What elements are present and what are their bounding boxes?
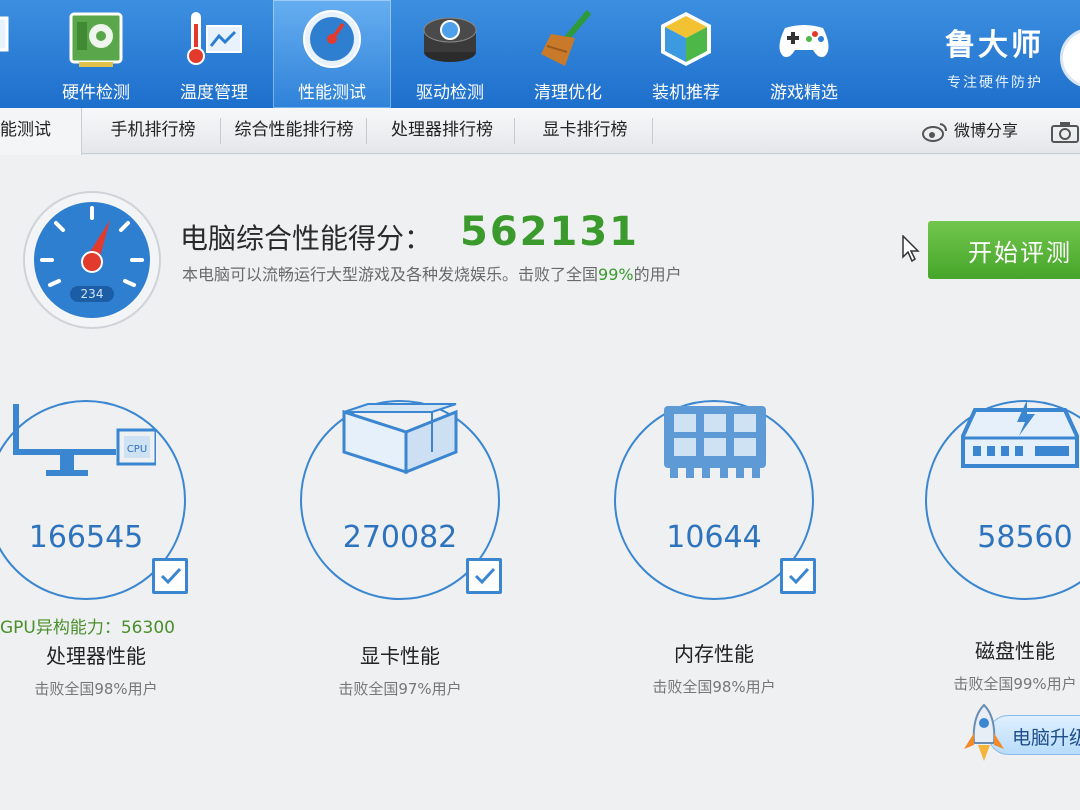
tab-overall-ranking[interactable]: 综合性能排行榜 bbox=[224, 108, 364, 154]
tool-label: 驱动检测 bbox=[416, 83, 484, 103]
tab-gpu-ranking[interactable]: 显卡排行榜 bbox=[520, 108, 650, 154]
top-toolbar: 检 硬件检测 温度管理 性能测试 bbox=[0, 0, 1080, 108]
cpu-metric-name: 处理器性能 bbox=[46, 644, 146, 668]
check-icon bbox=[474, 567, 496, 585]
score-desc-prefix: 本电脑可以流畅运行大型游戏及各种发烧娱乐。击败了全国 bbox=[182, 265, 599, 284]
tab-performance-test[interactable]: 能测试 bbox=[0, 108, 82, 155]
tab-phone-ranking[interactable]: 手机排行榜 bbox=[88, 108, 218, 154]
rocket-icon bbox=[964, 703, 1004, 761]
tool-clean-optimize[interactable]: 清理优化 bbox=[509, 0, 627, 108]
gauge-reading: 234 bbox=[81, 287, 104, 301]
memory-score: 10644 bbox=[666, 520, 762, 555]
disk-score: 58560 bbox=[977, 520, 1073, 555]
hard-disk-icon bbox=[961, 400, 1079, 468]
main-panel: 234 电脑综合性能得分： 562131 本电脑可以流畅运行大型游戏及各种发烧娱… bbox=[0, 155, 1080, 810]
score-desc-percent: 99% bbox=[598, 265, 634, 284]
gamepad-icon bbox=[779, 25, 829, 58]
speedometer-icon: 234 bbox=[23, 191, 161, 329]
check-icon bbox=[160, 567, 182, 585]
score-value: 562131 bbox=[460, 209, 639, 255]
disk-metric-card: 58560 磁盘性能 击败全国99%用户 bbox=[925, 400, 1080, 710]
memory-chip-icon bbox=[664, 406, 766, 478]
memory-metric-card: 10644 内存性能 击败全国98%用户 bbox=[614, 400, 834, 710]
speedometer-icon bbox=[303, 10, 361, 68]
gpu-checkbox[interactable] bbox=[466, 558, 502, 594]
tool-label: 性能测试 bbox=[298, 83, 366, 103]
tab-separator bbox=[652, 118, 653, 144]
start-benchmark-button[interactable]: 开始评测 bbox=[928, 221, 1080, 279]
tab-separator bbox=[514, 118, 515, 144]
score-description: 本电脑可以流畅运行大型游戏及各种发烧娱乐。击败了全国99%的用户 bbox=[182, 261, 682, 285]
score-desc-suffix: 的用户 bbox=[633, 265, 682, 284]
gpu-metric-name: 显卡性能 bbox=[360, 644, 440, 668]
computer-icon bbox=[0, 16, 9, 52]
disk-metric-rank: 击败全国99%用户 bbox=[953, 675, 1077, 693]
cpu-checkbox[interactable] bbox=[152, 558, 188, 594]
weibo-share-button[interactable]: 微博分享 bbox=[922, 108, 1018, 154]
gpu-heterogeneous-note: GPU异构能力：56300 bbox=[0, 618, 175, 638]
tab-separator bbox=[366, 118, 367, 144]
mouse-cursor-icon bbox=[902, 235, 920, 263]
driver-gear-icon bbox=[423, 17, 477, 62]
graphics-cube-icon bbox=[342, 403, 458, 475]
gpu-metric-rank: 击败全国97%用户 bbox=[338, 680, 462, 698]
tool-performance-test[interactable]: 性能测试 bbox=[273, 0, 391, 108]
brand-subtitle: 专注硬件防护 bbox=[947, 75, 1043, 91]
cpu-chip-label: CPU bbox=[127, 444, 147, 455]
tool-driver-check[interactable]: 驱动检测 bbox=[391, 0, 509, 108]
tool-temperature[interactable]: 温度管理 bbox=[155, 0, 273, 108]
weibo-icon bbox=[922, 122, 947, 142]
gpu-score: 270082 bbox=[342, 520, 458, 555]
tool-label: 装机推荐 bbox=[652, 83, 720, 103]
tool-label: 清理优化 bbox=[534, 83, 602, 103]
monitor-cpu-icon: CPU bbox=[13, 404, 156, 476]
tool-label: 温度管理 bbox=[180, 83, 248, 103]
memory-metric-name: 内存性能 bbox=[674, 642, 754, 666]
tool-label: 游戏精选 bbox=[770, 83, 838, 103]
tab-cpu-ranking[interactable]: 处理器排行榜 bbox=[372, 108, 512, 154]
memory-checkbox[interactable] bbox=[780, 558, 816, 594]
tool-game-select[interactable]: 游戏精选 bbox=[745, 0, 863, 108]
cpu-score: 166545 bbox=[28, 520, 144, 555]
check-icon bbox=[788, 567, 810, 585]
brand: 鲁大师 专注硬件防护 bbox=[925, 20, 1075, 92]
cpu-metric-rank: 击败全国98%用户 bbox=[34, 680, 158, 698]
camera-icon[interactable] bbox=[1050, 120, 1080, 144]
tool-build-recommend[interactable]: 装机推荐 bbox=[627, 0, 745, 108]
brand-title: 鲁大师 bbox=[945, 28, 1044, 63]
tool-hardware-check[interactable]: 硬件检测 bbox=[37, 0, 155, 108]
cpu-metric-card: CPU 166545 处理器性能 击败全国98%用户 bbox=[0, 400, 206, 710]
broom-icon bbox=[541, 10, 592, 66]
thermometer-icon bbox=[187, 12, 242, 65]
tab-bar: 能测试 手机排行榜 综合性能排行榜 处理器排行榜 显卡排行榜 微博分享 bbox=[0, 108, 1080, 155]
upgrade-label: 电脑升级 bbox=[1012, 727, 1080, 749]
weibo-share-label: 微博分享 bbox=[954, 121, 1019, 140]
tool-label: 硬件检测 bbox=[62, 83, 130, 103]
cube-icon bbox=[661, 12, 711, 66]
score-label: 电脑综合性能得分： bbox=[180, 222, 433, 255]
disk-metric-name: 磁盘性能 bbox=[975, 639, 1055, 663]
memory-metric-rank: 击败全国98%用户 bbox=[652, 678, 776, 696]
tab-separator bbox=[220, 118, 221, 144]
motherboard-icon bbox=[69, 12, 123, 67]
gpu-metric-card: 270082 显卡性能 击败全国97%用户 bbox=[300, 400, 520, 710]
pc-upgrade-button[interactable]: 电脑升级 bbox=[960, 703, 1080, 763]
